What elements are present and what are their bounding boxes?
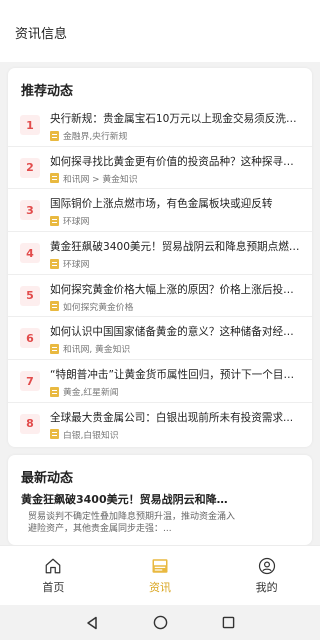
news-title[interactable]: 国际铜价上涨点燃市场，有色金属板块或迎反转 [50, 196, 304, 211]
list-item[interactable]: 3 国际铜价上涨点燃市场，有色金属板块或迎反转 环球网 [8, 189, 312, 233]
document-icon [50, 429, 59, 440]
news-source-label: 和讯网 > 黄金知识 [63, 174, 138, 185]
tab-home-label: 首页 [42, 581, 65, 594]
system-nav-bar [0, 605, 320, 640]
bottom-tab-bar: 首页 资讯 我的 [0, 545, 320, 605]
rank-badge: 2 [20, 157, 40, 178]
recommended-list: 1 央行新规：贵金属宝石10万元以上现金交易须反洗钱... 金融界,央行新规 2… [8, 104, 312, 446]
latest-card: 最新动态 黄金狂飙破3400美元！贸易战阴云和降息预期点燃避险... 贸易谈判不… [8, 455, 312, 545]
tab-news-label: 资讯 [149, 581, 171, 594]
latest-news-summary[interactable]: 贸易谈判不确定性叠加降息预期升温，推动资金涌入避险资产，其他贵金属同步走强：..… [28, 511, 238, 535]
news-source-label: 环球网 [63, 260, 90, 271]
news-title[interactable]: 全球最大贵金属公司：白银出现前所未有投资需求... [50, 410, 304, 425]
latest-section-title: 最新动态 [21, 471, 74, 486]
document-icon [50, 301, 59, 312]
news-source-label: 和讯网, 黄金知识 [63, 345, 131, 356]
document-icon [50, 130, 59, 141]
recommended-section-title: 推荐动态 [21, 84, 74, 99]
recents-icon [222, 616, 234, 629]
recents-button[interactable] [220, 615, 236, 631]
rank-badge: 6 [20, 328, 40, 349]
news-icon [152, 559, 168, 573]
news-title[interactable]: 央行新规：贵金属宝石10万元以上现金交易须反洗钱... [50, 111, 304, 126]
home-button[interactable] [152, 615, 168, 631]
news-title[interactable]: 如何认识中国国家储备黄金的意义？这种储备对经济有... [50, 324, 304, 339]
news-source: 如何探究黄金价格 [50, 300, 304, 313]
rank-badge: 7 [20, 371, 40, 392]
news-source: 白银,白银知识 [50, 428, 304, 441]
page-title: 资讯信息 [15, 27, 68, 42]
news-source: 环球网 [50, 257, 304, 270]
news-source: 黄金,红星新闻 [50, 385, 304, 398]
document-icon [50, 215, 59, 226]
news-source-label: 环球网 [63, 217, 90, 228]
news-source-label: 如何探究黄金价格 [63, 302, 134, 313]
rank-badge: 5 [20, 285, 40, 306]
news-source: 金融界,央行新规 [50, 129, 304, 142]
news-source-label: 金融界,央行新规 [63, 132, 128, 142]
news-title[interactable]: 黄金狂飙破3400美元！贸易战阴云和降息预期点燃避险... [50, 239, 304, 254]
document-icon [50, 386, 59, 397]
recommended-card: 推荐动态 1 央行新规：贵金属宝石10万元以上现金交易须反洗钱... 金融界,央… [8, 68, 312, 447]
tab-profile-label: 我的 [255, 581, 278, 594]
rank-badge: 8 [20, 413, 40, 434]
list-item[interactable]: 8 全球最大贵金属公司：白银出现前所未有投资需求... 白银,白银知识 [8, 403, 312, 446]
list-item[interactable]: 6 如何认识中国国家储备黄金的意义？这种储备对经济有... 和讯网, 黄金知识 [8, 317, 312, 361]
news-source-label: 黄金,红星新闻 [63, 388, 119, 399]
list-item[interactable]: 1 央行新规：贵金属宝石10万元以上现金交易须反洗钱... 金融界,央行新规 [8, 104, 312, 147]
list-item[interactable]: 5 如何探究黄金价格大幅上涨的原因？价格上涨后投资者... 如何探究黄金价格 [8, 275, 312, 318]
news-source: 和讯网, 黄金知识 [50, 342, 304, 355]
list-item[interactable]: 2 如何探寻找比黄金更有价值的投资品种？这种探寻需要... 和讯网 > 黄金知识 [8, 147, 312, 190]
document-icon [50, 343, 59, 354]
document-icon [50, 258, 59, 269]
home-icon [45, 558, 61, 574]
list-item[interactable]: 7 “特朗普冲击”让黄金货币属性回归，预计下一个目标... 黄金,红星新闻 [8, 360, 312, 403]
latest-news-title[interactable]: 黄金狂飙破3400美元！贸易战阴云和降息预期点燃避险... [21, 491, 231, 507]
tab-news[interactable]: 资讯 [107, 546, 214, 605]
news-source: 和讯网 > 黄金知识 [50, 172, 304, 185]
news-title[interactable]: “特朗普冲击”让黄金货币属性回归，预计下一个目标... [50, 367, 304, 382]
list-item[interactable]: 4 黄金狂飙破3400美元！贸易战阴云和降息预期点燃避险... 环球网 [8, 232, 312, 275]
document-icon [50, 173, 59, 184]
news-source: 环球网 [50, 214, 304, 227]
home-circle-icon [153, 615, 167, 630]
back-button[interactable] [84, 615, 100, 631]
back-icon [87, 616, 97, 629]
tab-home[interactable]: 首页 [0, 546, 107, 605]
rank-badge: 1 [20, 115, 40, 135]
tab-profile[interactable]: 我的 [213, 546, 320, 605]
news-title[interactable]: 如何探寻找比黄金更有价值的投资品种？这种探寻需要... [50, 154, 304, 169]
rank-badge: 3 [20, 200, 40, 221]
app-header: 资讯信息 [0, 0, 320, 62]
profile-icon [258, 557, 275, 575]
rank-badge: 4 [20, 243, 40, 264]
news-title[interactable]: 如何探究黄金价格大幅上涨的原因？价格上涨后投资者... [50, 282, 304, 297]
news-source-label: 白银,白银知识 [63, 430, 119, 441]
